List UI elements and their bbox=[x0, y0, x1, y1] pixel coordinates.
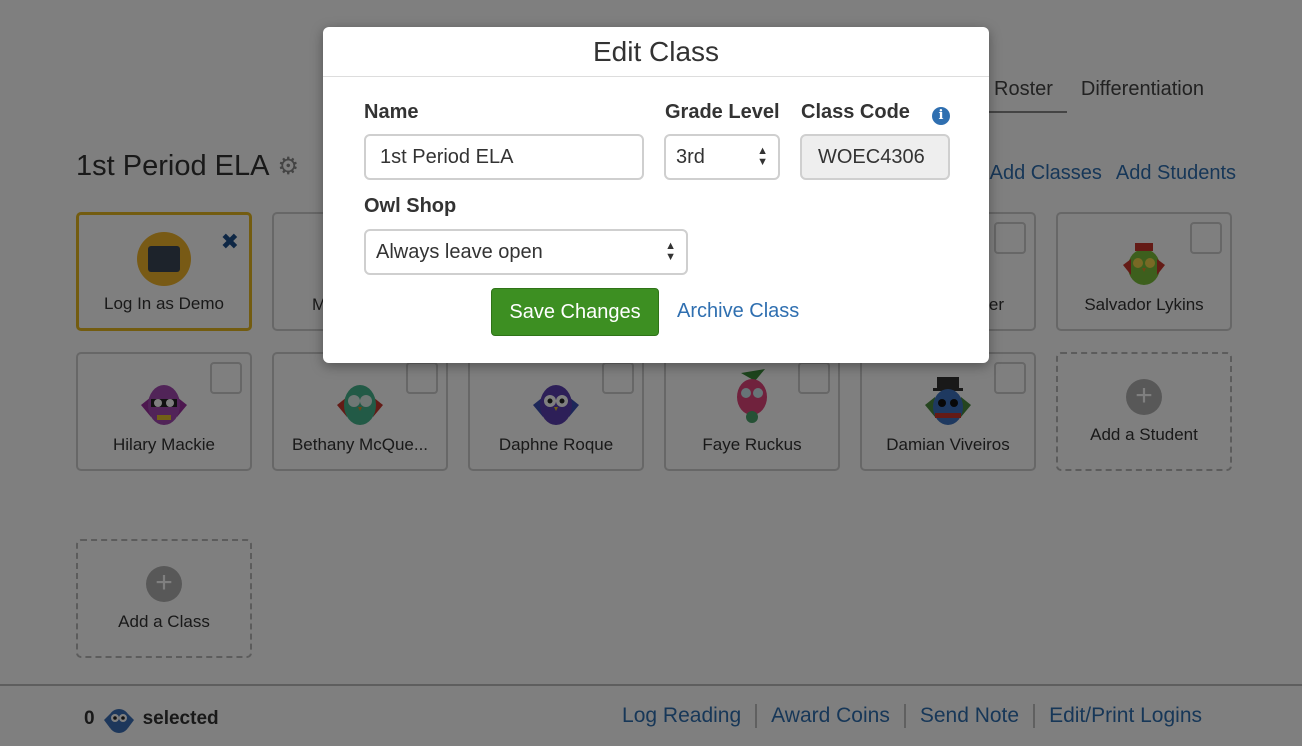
class-name-input[interactable]: 1st Period ELA bbox=[364, 134, 644, 180]
archive-class-link[interactable]: Archive Class bbox=[677, 300, 799, 323]
save-changes-button[interactable]: Save Changes bbox=[491, 288, 659, 336]
name-label: Name bbox=[364, 101, 419, 123]
page: Roster Differentiation 1st Period ELA ⚙ … bbox=[0, 0, 1302, 746]
class-code-field: WOEC4306 bbox=[800, 134, 950, 180]
modal-title: Edit Class bbox=[323, 27, 989, 77]
edit-class-modal: Edit Class Name 1st Period ELA Grade Lev… bbox=[323, 27, 989, 363]
info-icon[interactable]: i bbox=[932, 107, 950, 125]
select-arrows-icon: ▲ ▼ bbox=[665, 240, 676, 263]
grade-level-label: Grade Level bbox=[665, 101, 780, 123]
class-code-label: Class Code bbox=[801, 101, 910, 123]
class-name-value: 1st Period ELA bbox=[380, 145, 514, 168]
owl-shop-value: Always leave open bbox=[376, 240, 543, 263]
select-arrows-icon: ▲ ▼ bbox=[757, 145, 768, 168]
class-code-value: WOEC4306 bbox=[818, 145, 925, 168]
grade-level-value: 3rd bbox=[676, 145, 705, 168]
grade-level-select[interactable]: 3rd ▲ ▼ bbox=[664, 134, 780, 180]
owl-shop-select[interactable]: Always leave open ▲ ▼ bbox=[364, 229, 688, 275]
owl-shop-label: Owl Shop bbox=[364, 195, 457, 217]
